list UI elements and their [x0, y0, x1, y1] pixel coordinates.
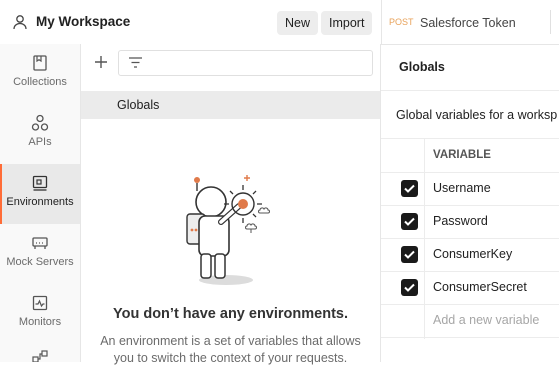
table-row: ConsumerKey — [381, 238, 559, 272]
globals-title: Globals — [399, 60, 445, 74]
sidebar-item-mock-servers[interactable]: Mock Servers — [0, 224, 80, 284]
table-row: Username — [381, 172, 559, 206]
user-icon[interactable] — [12, 14, 28, 30]
sidebar-item-label: Mock Servers — [6, 256, 74, 268]
globals-panel: Globals Global variables for a worksp VA… — [381, 0, 559, 362]
globals-label: Globals — [117, 98, 160, 112]
import-button[interactable]: Import — [321, 11, 373, 35]
workspace-header: My Workspace New Import — [0, 0, 380, 45]
sidebar-item-monitors[interactable]: Monitors — [0, 284, 80, 344]
checkbox-icon[interactable] — [401, 246, 418, 263]
environments-panel: Globals You don’t have any environments.… — [81, 44, 381, 365]
table-header-row: VARIABLE — [381, 139, 559, 173]
new-button[interactable]: New — [277, 11, 319, 35]
globals-title-bar: Globals — [381, 45, 559, 91]
variable-name[interactable]: ConsumerKey — [433, 247, 512, 261]
checkbox-icon[interactable] — [401, 180, 418, 197]
sidebar-item-label: APIs — [28, 136, 52, 148]
environments-icon — [31, 174, 49, 192]
variable-name[interactable]: Username — [433, 181, 491, 195]
mock-servers-icon — [31, 234, 49, 252]
flows-icon[interactable] — [32, 349, 48, 362]
collections-icon — [31, 54, 49, 72]
variable-name[interactable]: Password — [433, 214, 488, 228]
column-header-variable: VARIABLE — [433, 149, 491, 161]
sidebar-rail: Collections APIs Environments Mock Serve… — [0, 44, 81, 362]
checkbox-icon[interactable] — [401, 213, 418, 230]
filter-input[interactable] — [118, 50, 373, 76]
workspace-name[interactable]: My Workspace — [36, 14, 130, 29]
empty-state-line-2: you to switch the context of your reques… — [113, 351, 348, 365]
empty-state-title: You don’t have any environments. — [113, 306, 348, 322]
astronaut-illustration — [181, 170, 281, 290]
monitors-icon — [31, 294, 49, 312]
add-variable-row: Add a new variable — [381, 304, 559, 338]
variables-table: VARIABLE Username Password ConsumerKey C… — [381, 138, 559, 363]
add-environment-icon[interactable] — [93, 54, 109, 70]
sidebar-item-apis[interactable]: APIs — [0, 104, 80, 164]
variable-name[interactable]: ConsumerSecret — [433, 280, 527, 294]
add-variable-input[interactable]: Add a new variable — [433, 313, 539, 327]
checkbox-icon[interactable] — [401, 279, 418, 296]
sidebar-item-label: Collections — [13, 76, 67, 88]
apis-icon — [31, 114, 49, 132]
sidebar-item-label: Monitors — [18, 316, 62, 328]
table-row: Password — [381, 205, 559, 239]
sidebar-item-environments[interactable]: Environments — [0, 164, 80, 224]
globals-item[interactable]: Globals — [81, 91, 380, 119]
filter-icon — [128, 56, 143, 69]
sidebar-item-collections[interactable]: Collections — [0, 44, 80, 104]
sidebar-item-label: Environments — [6, 196, 74, 208]
empty-state-line-1: An environment is a set of variables tha… — [100, 334, 361, 348]
table-row: ConsumerSecret — [381, 271, 559, 305]
globals-description: Global variables for a worksp — [396, 108, 558, 122]
